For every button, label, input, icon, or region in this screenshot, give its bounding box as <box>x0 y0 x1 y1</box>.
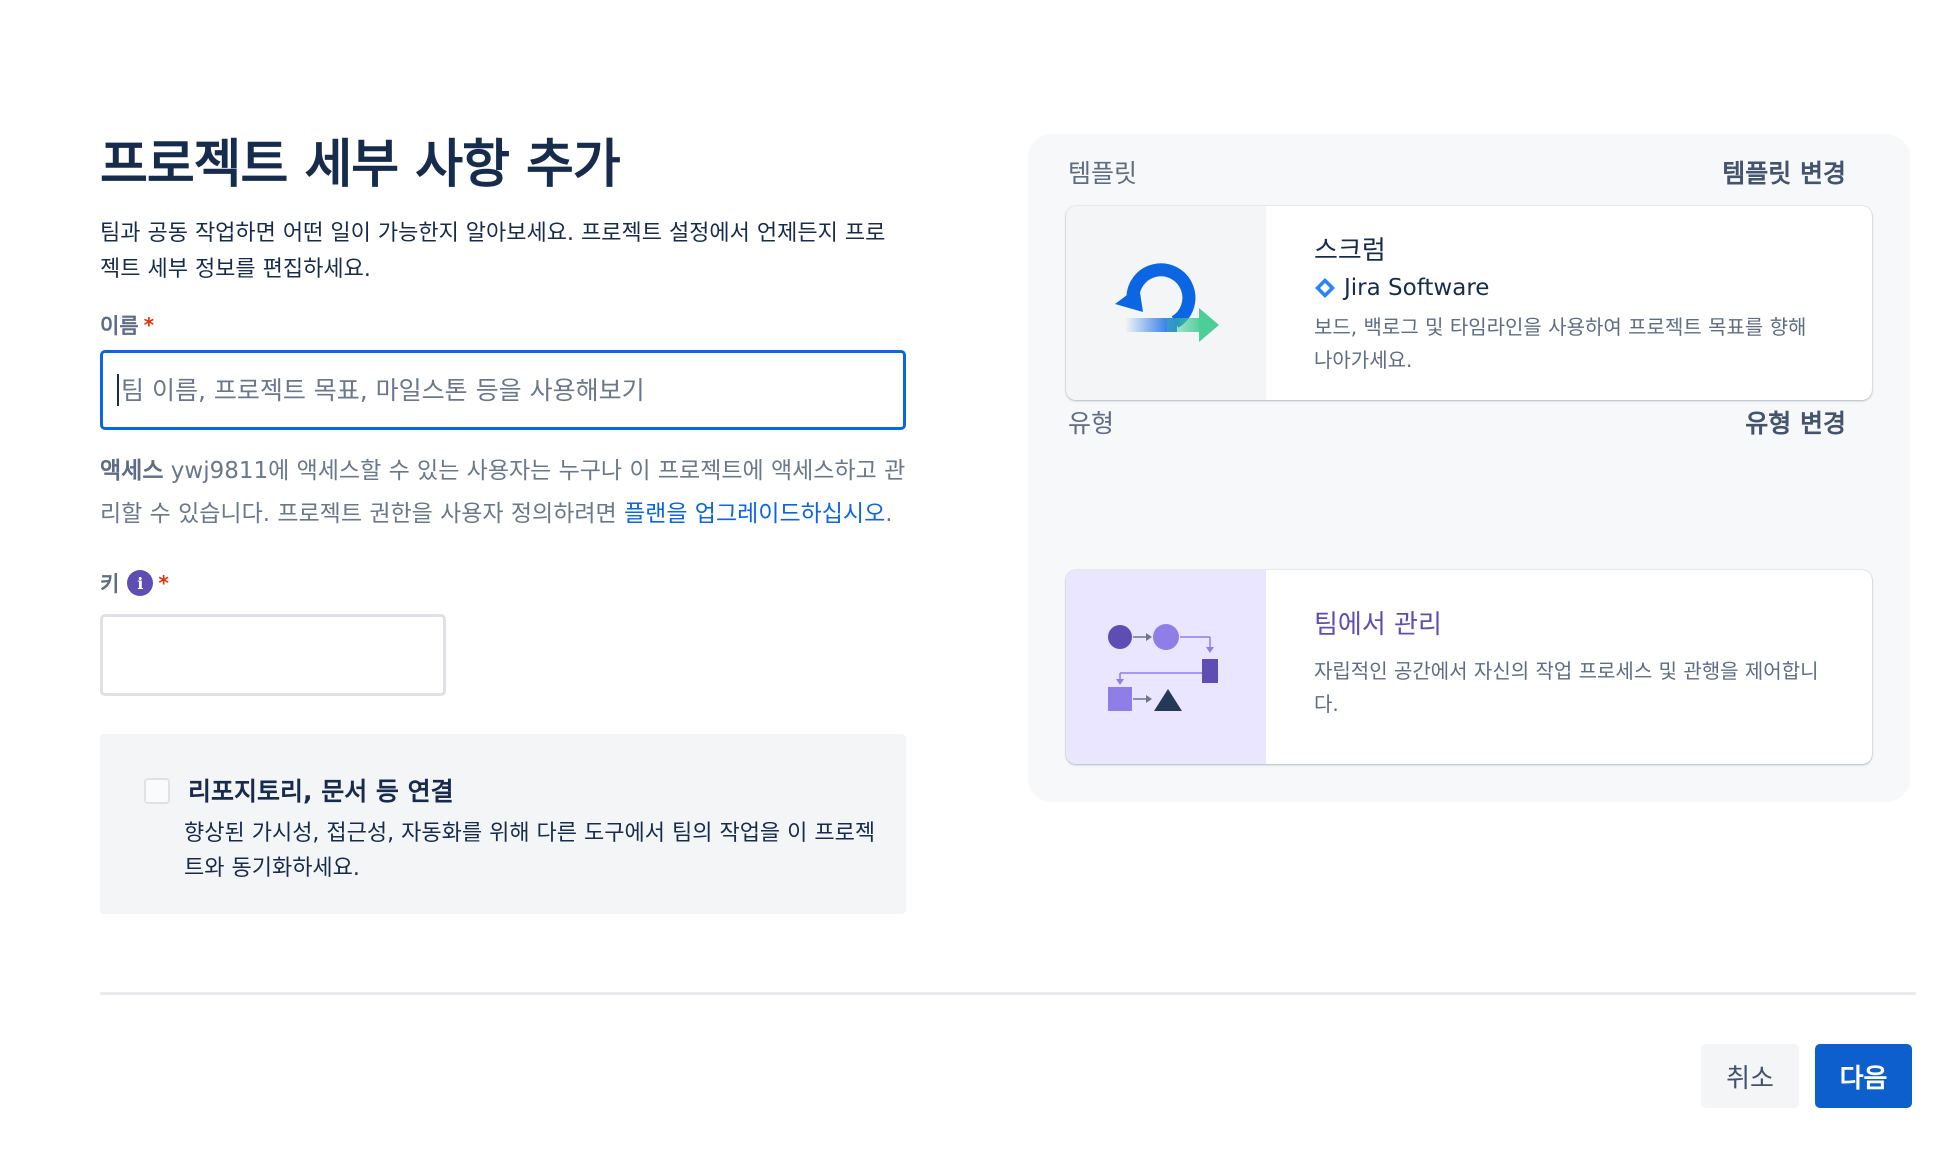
jira-software-icon <box>1315 278 1335 298</box>
template-card-description: 보드, 백로그 및 타임라인을 사용하여 프로젝트 목표를 향해 나아가세요. <box>1314 315 1807 372</box>
template-card-body: 스크럼 Jira Software 보드, 백로그 및 타임라인을 사용하여 프… <box>1266 206 1872 400</box>
scrum-cycle-icon <box>1115 263 1219 342</box>
name-label-text: 이름 <box>100 314 139 338</box>
product-line: Jira Software <box>1314 275 1824 301</box>
product-name: Jira Software <box>1344 275 1490 301</box>
page-title: 프로젝트 세부 사항 추가 <box>100 135 621 195</box>
next-button[interactable]: 다음 <box>1815 1044 1912 1108</box>
key-label-text: 키 <box>100 572 120 596</box>
required-mark: * <box>143 313 155 337</box>
type-card-title: 팀에서 관리 <box>1314 610 1442 640</box>
footer-divider <box>100 992 1916 995</box>
key-label: 키 i * <box>100 568 906 598</box>
name-input-wrapper[interactable] <box>100 350 906 430</box>
cancel-button[interactable]: 취소 <box>1701 1044 1799 1108</box>
type-card-description: 자립적인 공간에서 자신의 작업 프로세스 및 관행을 제어합니다. <box>1314 659 1819 716</box>
type-section-header: 유형 유형 변경 <box>1068 404 1846 440</box>
team-managed-thumbnail <box>1066 570 1266 764</box>
key-input[interactable] <box>100 614 446 696</box>
access-notice: 액세스 ywj9811에 액세스할 수 있는 사용자는 누구나 이 프로젝트에 … <box>100 450 910 536</box>
project-details-form: 프로젝트 세부 사항 추가 팀과 공동 작업하면 어떤 일이 가능한지 알아보세… <box>100 130 906 914</box>
workflow-diagram-icon <box>1108 624 1218 711</box>
access-suffix: . <box>885 501 893 527</box>
name-label: 이름 * <box>100 310 906 340</box>
project-settings-panel: 템플릿 템플릿 변경 스크럼 Jira Software 보드, 백로그 및 타… <box>1028 134 1910 802</box>
connect-checkbox[interactable] <box>144 778 170 804</box>
type-card-body: 팀에서 관리 자립적인 공간에서 자신의 작업 프로세스 및 관행을 제어합니다… <box>1266 570 1872 764</box>
change-type-link[interactable]: 유형 변경 <box>1745 404 1846 440</box>
template-section-label: 템플릿 <box>1068 159 1138 188</box>
template-section-header: 템플릿 템플릿 변경 <box>1068 154 1846 190</box>
connect-title[interactable]: 리포지토리, 문서 등 연결 <box>188 772 454 808</box>
info-icon[interactable]: i <box>127 570 154 596</box>
type-section-label: 유형 <box>1068 409 1115 438</box>
required-mark: * <box>158 571 169 595</box>
upgrade-plan-link[interactable]: 플랜을 업그레이드하십시오 <box>624 501 885 527</box>
template-card-title: 스크럼 <box>1314 236 1386 266</box>
connect-tools-panel: 리포지토리, 문서 등 연결 향상된 가시성, 접근성, 자동화를 위해 다른 … <box>100 734 906 914</box>
change-template-link[interactable]: 템플릿 변경 <box>1722 154 1846 190</box>
type-card[interactable]: 팀에서 관리 자립적인 공간에서 자신의 작업 프로세스 및 관행을 제어합니다… <box>1066 570 1872 764</box>
page-subtitle: 팀과 공동 작업하면 어떤 일이 가능한지 알아보세요. 프로젝트 설정에서 언… <box>100 221 886 282</box>
access-prefix: 액세스 <box>100 458 164 484</box>
text-caret <box>117 374 119 406</box>
template-card[interactable]: 스크럼 Jira Software 보드, 백로그 및 타임라인을 사용하여 프… <box>1066 206 1872 400</box>
connect-description: 향상된 가시성, 접근성, 자동화를 위해 다른 도구에서 팀의 작업을 이 프… <box>184 821 876 881</box>
name-input[interactable] <box>121 375 889 405</box>
scrum-thumbnail <box>1066 206 1266 400</box>
